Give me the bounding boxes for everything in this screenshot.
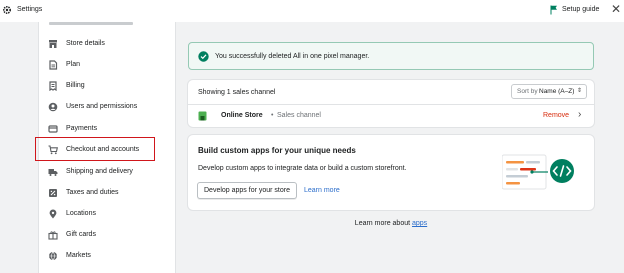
sidebar-item-taxes-and-duties[interactable]: Taxes and duties bbox=[39, 183, 177, 204]
gift-icon bbox=[48, 231, 58, 240]
sidebar-item-label: Payments bbox=[66, 125, 98, 132]
page-title: Settings bbox=[17, 6, 43, 13]
globe-icon bbox=[49, 251, 57, 261]
footer-learn-more: Learn more about apps bbox=[188, 220, 594, 227]
card-heading: Build custom apps for your unique needs bbox=[198, 146, 356, 155]
sidebar-item-label: Users and permissions bbox=[66, 103, 138, 110]
sidebar-item-markets[interactable]: Markets bbox=[39, 246, 177, 267]
success-banner: You successfully deleted All in one pixe… bbox=[188, 42, 594, 70]
learn-more-link[interactable]: Learn more bbox=[304, 187, 340, 194]
sidebar-item-shipping-and-delivery[interactable]: Shipping and delivery bbox=[39, 162, 177, 183]
payments-icon bbox=[48, 125, 58, 133]
flag-icon bbox=[550, 5, 557, 15]
setup-guide-button[interactable]: Setup guide bbox=[562, 6, 599, 13]
plan-icon bbox=[49, 60, 58, 70]
divider bbox=[188, 104, 594, 105]
highlight-box bbox=[35, 137, 155, 161]
banner-message: You successfully deleted All in one pixe… bbox=[215, 53, 370, 60]
sidebar-item-label: Markets bbox=[66, 252, 91, 259]
separator: • bbox=[271, 112, 274, 119]
channel-count: Showing 1 sales channel bbox=[198, 89, 276, 96]
sidebar-item-plan[interactable]: Plan bbox=[39, 55, 177, 76]
sort-value: Name (A–Z) bbox=[539, 88, 575, 95]
gear-icon bbox=[2, 5, 12, 15]
top-bar: Settings Setup guide ✕ bbox=[0, 0, 624, 22]
apps-link[interactable]: apps bbox=[412, 220, 427, 227]
checkmark-circle-icon bbox=[198, 51, 209, 62]
channel-subtitle: Sales channel bbox=[277, 112, 321, 119]
sidebar-item-gift-cards[interactable]: Gift cards bbox=[39, 225, 177, 246]
card-description: Develop custom apps to integrate data or… bbox=[198, 165, 407, 172]
sidebar-scroll-indicator[interactable] bbox=[49, 22, 133, 25]
sort-label: Sort by bbox=[517, 88, 538, 95]
sidebar-item-label: Shipping and delivery bbox=[66, 168, 133, 175]
sort-select[interactable]: Sort by Name (A–Z) ⇕ bbox=[511, 84, 587, 99]
remove-button[interactable]: Remove bbox=[543, 112, 569, 119]
footer-text: Learn more about bbox=[354, 220, 412, 227]
sidebar-item-locations[interactable]: Locations bbox=[39, 204, 177, 225]
custom-apps-card: Build custom apps for your unique needs … bbox=[188, 135, 594, 210]
sidebar-item-label: Plan bbox=[66, 61, 81, 68]
billing-icon bbox=[49, 81, 57, 91]
chevron-right-icon[interactable]: › bbox=[578, 109, 581, 120]
sidebar-item-billing[interactable]: Billing bbox=[39, 76, 177, 97]
channel-name[interactable]: Online Store bbox=[221, 112, 263, 119]
user-icon bbox=[48, 102, 58, 112]
location-pin-icon bbox=[49, 209, 57, 219]
online-store-icon bbox=[198, 111, 207, 121]
code-illustration-icon bbox=[502, 154, 574, 190]
develop-apps-button[interactable]: Develop apps for your store bbox=[197, 182, 297, 199]
sidebar-item-label: Billing bbox=[66, 82, 85, 89]
sidebar-item-label: Locations bbox=[66, 210, 96, 217]
sidebar-item-label: Store details bbox=[66, 40, 105, 47]
store-icon bbox=[49, 40, 57, 48]
sales-channels-card: Showing 1 sales channel Sort by Name (A–… bbox=[188, 80, 594, 127]
truck-icon bbox=[48, 169, 58, 176]
sidebar-item-store-details[interactable]: Store details bbox=[39, 34, 177, 55]
close-icon[interactable]: ✕ bbox=[611, 3, 621, 15]
select-arrows-icon: ⇕ bbox=[577, 88, 583, 94]
taxes-icon bbox=[49, 189, 57, 197]
sidebar-item-label: Taxes and duties bbox=[66, 189, 119, 196]
sidebar-item-users-and-permissions[interactable]: Users and permissions bbox=[39, 97, 177, 118]
sidebar-item-label: Gift cards bbox=[66, 231, 96, 238]
